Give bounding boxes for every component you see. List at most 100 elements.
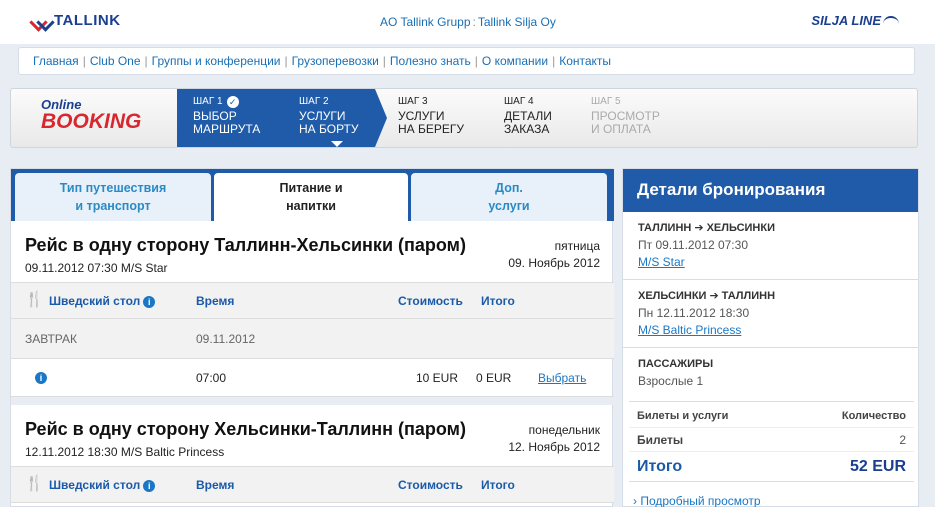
col-meal: Шведский стол i — [49, 294, 156, 308]
col-meal: Шведский стол i — [49, 478, 156, 492]
passengers-value: Взрослые 1 — [638, 374, 704, 388]
nav-separator: | — [144, 54, 148, 68]
onboard-services-panel: Тип путешествия и транспорт Питание и на… — [10, 168, 614, 507]
leg-to: ТАЛЛИНН — [721, 290, 776, 302]
price-summary: Билеты и услуги Количество Билеты 2 Итог… — [629, 401, 914, 482]
tab-extra-services-line1: Доп. — [495, 181, 523, 195]
step-4[interactable]: ШАГ 4 ДЕТАЛИ ЗАКАЗА — [504, 95, 552, 136]
active-step-arrow — [375, 89, 387, 147]
step-2[interactable]: ШАГ 2 УСЛУГИ НА БОРТУ — [299, 95, 359, 136]
leg-to: ХЕЛЬСИНКИ — [706, 222, 776, 234]
detailed-view-link[interactable]: › Подробный просмотр — [633, 494, 761, 507]
nav-item-about[interactable]: О компании — [482, 54, 548, 68]
meal-row: ЗАВТРАК 09.11.2012 — [11, 319, 614, 359]
journey-header: Рейс в одну сторону Хельсинки-Таллинн (п… — [11, 405, 614, 467]
step-4-title-line2: ЗАКАЗА — [504, 122, 550, 136]
booking-details-panel: Детали бронирования ТАЛЛИНН ➔ ХЕЛЬСИНКИ Пт… — [622, 168, 919, 507]
check-icon: ✓ — [226, 95, 239, 108]
step-5-title-line2: И ОПЛАТА — [591, 122, 651, 136]
tab-travel-type-line2: и транспорт — [75, 199, 151, 213]
step-3-title-line2: НА БЕРЕГУ — [398, 122, 465, 136]
col-price: Стоимость — [398, 294, 463, 308]
info-icon[interactable]: i — [143, 479, 156, 492]
summary-header: Билеты и услуги Количество — [629, 402, 914, 428]
silja-line-logo[interactable]: SILJA LINE — [811, 13, 899, 28]
step-4-number: ШАГ 4 — [504, 96, 534, 107]
nav-item-cargo[interactable]: Грузоперевозки — [292, 54, 379, 68]
company-link-grupp[interactable]: AO Tallink Grupp — [380, 15, 471, 29]
current-step-caret-icon — [331, 141, 343, 147]
journey-title: Рейс в одну сторону Хельсинки-Таллинн (п… — [25, 419, 466, 439]
nav-separator: | — [474, 54, 478, 68]
step-1-number: ШАГ 1 — [193, 96, 223, 107]
total-amount: 52 EUR — [849, 457, 906, 475]
tallink-logo[interactable]: TALLINK — [32, 12, 121, 29]
nav-separator: | — [382, 54, 386, 68]
col-total: Итого — [481, 294, 515, 308]
company-link-silja[interactable]: Tallink Silja Oy — [478, 15, 556, 29]
meal-price: 10 EUR — [416, 371, 459, 385]
online-booking-logo: Online BOOKING — [41, 97, 141, 132]
company-links: AO Tallink Grupp: Tallink Silja Oy — [380, 15, 556, 29]
leg-route: ХЕЛЬСИНКИ ➔ ТАЛЛИНН — [638, 288, 903, 305]
tab-food-drinks[interactable]: Питание и напитки — [214, 173, 408, 221]
meal-time-row: i 07:00 10 EUR 0 EUR Выбрать — [11, 359, 614, 397]
cutlery-icon: 🍴 — [25, 475, 44, 492]
meal-time: 07:00 — [196, 371, 227, 385]
step-1[interactable]: ШАГ 1 ✓ ВЫБОР МАРШРУТА — [193, 95, 260, 136]
leg-outbound: ТАЛЛИНН ➔ ХЕЛЬСИНКИ Пт 09.11.2012 07:30 M/… — [623, 212, 918, 280]
journey-title: Рейс в одну сторону Таллинн-Хельсинки (п… — [25, 235, 466, 255]
tab-travel-type-line1: Тип путешествия — [59, 181, 167, 195]
journey-weekday: понедельник — [528, 423, 600, 437]
leg-ship-link[interactable]: M/S Star — [638, 254, 903, 271]
tab-travel-type[interactable]: Тип путешествия и транспорт — [15, 173, 211, 221]
info-icon[interactable]: i — [35, 371, 47, 384]
journey-outbound: Рейс в одну сторону Таллинн-Хельсинки (п… — [11, 221, 614, 405]
leg-from: ХЕЛЬСИНКИ — [638, 290, 707, 302]
nav-item-groups[interactable]: Группы и конференции — [152, 54, 281, 68]
summary-col-services: Билеты и услуги — [637, 410, 729, 422]
journey-subtitle: 09.11.2012 07:30 M/S Star — [25, 261, 168, 275]
journey-header: Рейс в одну сторону Таллинн-Хельсинки (п… — [11, 221, 614, 283]
nav-item-contacts[interactable]: Контакты — [559, 54, 611, 68]
info-icon[interactable]: i — [143, 295, 156, 308]
step-2-number: ШАГ 2 — [299, 96, 329, 107]
leg-return: ХЕЛЬСИНКИ ➔ ТАЛЛИНН Пн 12.11.2012 18:30 M/… — [623, 280, 918, 348]
nav-separator: | — [552, 54, 556, 68]
meal-table-header: 🍴 Шведский стол i Время Стоимость Итого — [11, 467, 614, 503]
journey-date: 12. Ноябрь 2012 — [508, 440, 600, 454]
step-3-number: ШАГ 3 — [398, 96, 428, 107]
meal-total: 0 EUR — [476, 371, 512, 385]
passengers-block: ПАССАЖИРЫ Взрослые 1 — [623, 348, 918, 398]
company-separator: : — [472, 15, 476, 29]
col-meal-label: Шведский стол — [49, 478, 141, 492]
cutlery-icon: 🍴 — [25, 291, 44, 308]
step-3[interactable]: ШАГ 3 УСЛУГИ НА БЕРЕГУ — [398, 95, 464, 136]
journey-divider — [11, 397, 614, 405]
tab-food-drinks-line2: напитки — [286, 199, 336, 213]
nav-item-club-one[interactable]: Club One — [90, 54, 141, 68]
nav-separator: | — [82, 54, 86, 68]
tab-food-drinks-line1: Питание и — [279, 181, 343, 195]
arrow-right-icon: ➔ — [694, 222, 704, 234]
total-label: Итого — [637, 457, 683, 475]
step-2-title-line2: НА БОРТУ — [299, 122, 359, 136]
select-link[interactable]: Выбрать — [538, 371, 586, 385]
leg-date: Пт 09.11.2012 07:30 — [638, 238, 748, 252]
col-meal-label: Шведский стол — [49, 294, 141, 308]
nav-item-home[interactable]: Главная — [33, 54, 79, 68]
col-total: Итого — [481, 478, 515, 492]
step-5: ШАГ 5 ПРОСМОТР И ОПЛАТА — [591, 95, 660, 136]
tickets-label: Билеты — [637, 432, 684, 447]
leg-ship-link[interactable]: M/S Baltic Princess — [638, 322, 903, 339]
leg-from: ТАЛЛИНН — [638, 222, 692, 234]
col-time: Время — [196, 478, 235, 492]
arrow-right-icon: ➔ — [709, 290, 719, 302]
leg-route: ТАЛЛИНН ➔ ХЕЛЬСИНКИ — [638, 220, 903, 237]
detailed-view-label: Подробный просмотр — [640, 494, 761, 507]
nav-item-useful[interactable]: Полезно знать — [390, 54, 471, 68]
top-header: TALLINK AO Tallink Grupp: Tallink Silja O… — [0, 0, 935, 44]
col-price: Стоимость — [398, 478, 463, 492]
tab-extra-services[interactable]: Доп. услуги — [411, 173, 607, 221]
meal-name: ЗАВТРАК — [25, 332, 77, 346]
